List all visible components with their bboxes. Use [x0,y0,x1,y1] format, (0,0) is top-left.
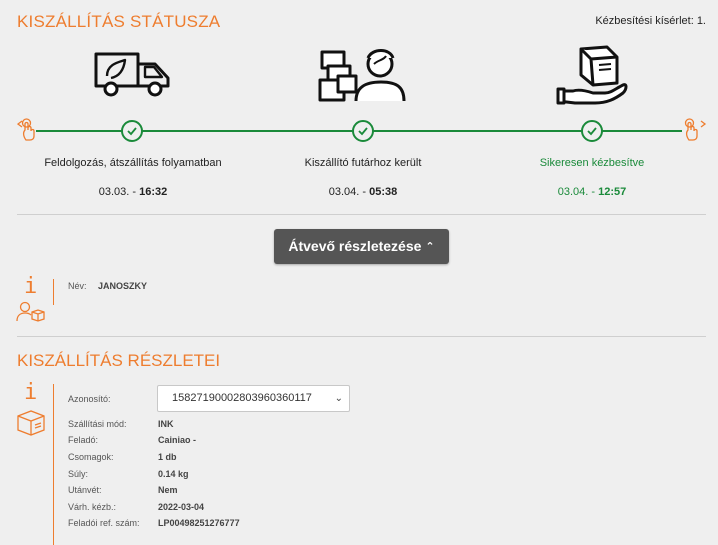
delivery-attempt-count: Kézbesítési kísérlet: 1. [595,15,706,27]
timeline-next-arrow[interactable] [684,118,708,147]
detail-value: 0.14 kg [158,469,189,479]
section-title: KISZÁLLÍTÁS RÉSZLETEI [17,351,221,370]
detail-label: Utánvét: [68,485,102,495]
timeline-prev-arrow[interactable] [16,118,37,147]
detail-label: Súly: [68,469,89,479]
detail-label: Szállítási mód: [68,419,127,429]
detail-value: 2022-03-04 [158,502,205,512]
receiver-details-button[interactable]: Átvevő részletezése ⌃ [274,229,449,264]
step-label: Kiszállító futárhoz került [304,157,422,169]
courier-with-parcels-icon [318,49,406,102]
info-separator [53,279,54,305]
step-label: Feldolgozás, átszállítás folyamatban [44,157,222,169]
detail-label: Feladó: [68,435,99,445]
step-timestamp: 03.03. - 16:32 [98,186,168,198]
detail-label: Csomagok: [68,452,114,462]
hand-pointer-right-icon [684,118,707,141]
checkmark-icon [358,127,368,136]
step-check [581,120,603,142]
checkmark-icon [127,127,137,136]
receiver-name-value: JANOSZKY [98,281,148,291]
shipment-id-select[interactable]: 15827190002803960360117 ⌄ [157,385,350,412]
checkmark-icon [587,127,597,136]
info-icon: i [24,274,38,299]
timeline-segment [474,130,682,132]
step-timestamp: 03.04. - 12:57 [557,186,627,198]
chevron-down-icon: ⌄ [334,393,343,404]
divider [17,336,706,337]
detail-value: INK [158,419,174,429]
step-label: Sikeresen kézbesítve [539,157,645,169]
step-check [352,120,374,142]
step-check [121,120,143,142]
detail-value: Cainiao - [158,435,197,445]
recipient-with-parcel-icon [16,301,45,322]
divider [17,214,706,215]
parcel-in-hand-icon [556,45,628,105]
page-title: KISZÁLLÍTÁS STÁTUSZA [17,12,221,31]
shipment-id-label: Azonosító: [68,394,111,404]
info-icon: i [24,380,38,405]
step-timestamp: 03.04. - 05:38 [328,186,398,198]
detail-label: Várh. kézb.: [68,502,117,512]
chevron-up-icon: ⌃ [425,241,435,253]
receiver-name-label: Név: [68,281,87,291]
delivery-truck-icon [94,52,170,97]
detail-value: 1 db [158,452,177,462]
detail-value: Nem [158,485,178,495]
detail-value: LP00498251276777 [158,518,240,528]
hand-pointer-left-icon [16,118,35,141]
parcel-icon [17,410,45,436]
info-separator [53,384,54,545]
detail-label: Feladói ref. szám: [68,518,140,528]
